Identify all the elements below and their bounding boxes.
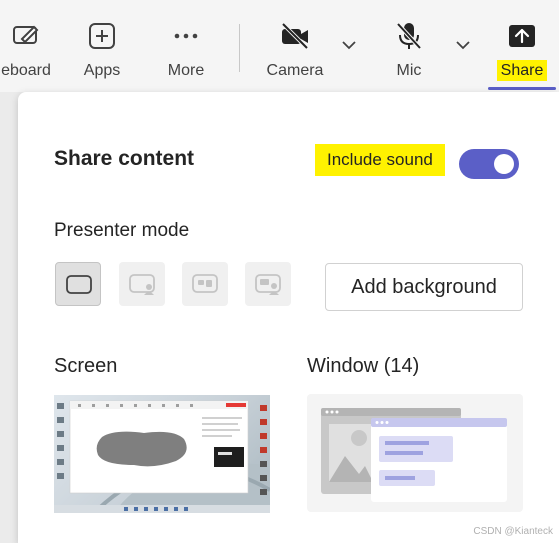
presenter-mode-title: Presenter mode — [54, 220, 190, 241]
include-sound-label: Include sound — [315, 144, 445, 176]
side-by-side-icon — [192, 274, 218, 293]
share-label-wrap: Share — [488, 60, 556, 81]
camera-off-icon — [281, 22, 309, 50]
more-dots-icon — [174, 33, 198, 39]
whiteboard-button[interactable]: eboard — [0, 0, 64, 92]
toolbar-divider — [239, 24, 240, 72]
toggle-knob — [494, 154, 514, 174]
camera-label: Camera — [266, 62, 324, 79]
apps-label: Apps — [83, 62, 121, 79]
mic-off-icon — [396, 22, 422, 50]
presenter-mode-side-by-side-button[interactable] — [182, 262, 228, 306]
share-upload-icon — [509, 25, 535, 47]
standout-icon — [129, 274, 155, 295]
window-illustration-image — [321, 408, 507, 502]
watermark-text: CSDN @Kianteck — [473, 526, 553, 537]
share-button[interactable]: Share — [488, 0, 556, 92]
include-sound-toggle[interactable] — [459, 149, 519, 179]
apps-button[interactable]: Apps — [72, 0, 132, 92]
screen-section-title: Screen — [54, 355, 118, 377]
add-background-button[interactable]: Add background — [325, 263, 523, 311]
screen-share-thumbnail[interactable] — [54, 395, 270, 513]
reporter-icon — [255, 274, 281, 295]
whiteboard-label: eboard — [1, 62, 51, 79]
presenter-mode-standout-button[interactable] — [119, 262, 165, 306]
mic-options-chevron-icon[interactable] — [454, 36, 472, 54]
whiteboard-icon — [13, 25, 39, 44]
presenter-mode-content-only-button[interactable] — [55, 262, 101, 306]
add-square-icon — [89, 23, 115, 49]
share-content-panel: Share content Include sound Presenter mo… — [18, 92, 559, 543]
share-label: Share — [496, 60, 548, 81]
share-active-indicator — [488, 87, 556, 90]
presenter-mode-reporter-button[interactable] — [245, 262, 291, 306]
desktop-preview-image — [54, 400, 270, 513]
mic-label: Mic — [396, 62, 422, 79]
mic-button[interactable]: Mic — [380, 0, 438, 92]
camera-options-chevron-icon[interactable] — [340, 36, 358, 54]
meeting-toolbar: eboard Apps More Camera Mic Share — [0, 0, 559, 92]
more-button[interactable]: More — [156, 0, 216, 92]
camera-button[interactable]: Camera — [262, 0, 328, 92]
panel-title: Share content — [54, 147, 195, 170]
window-share-thumbnail[interactable] — [307, 394, 523, 512]
content-only-icon — [66, 275, 92, 294]
window-section-title: Window (14) — [307, 355, 420, 377]
more-label: More — [167, 62, 205, 79]
